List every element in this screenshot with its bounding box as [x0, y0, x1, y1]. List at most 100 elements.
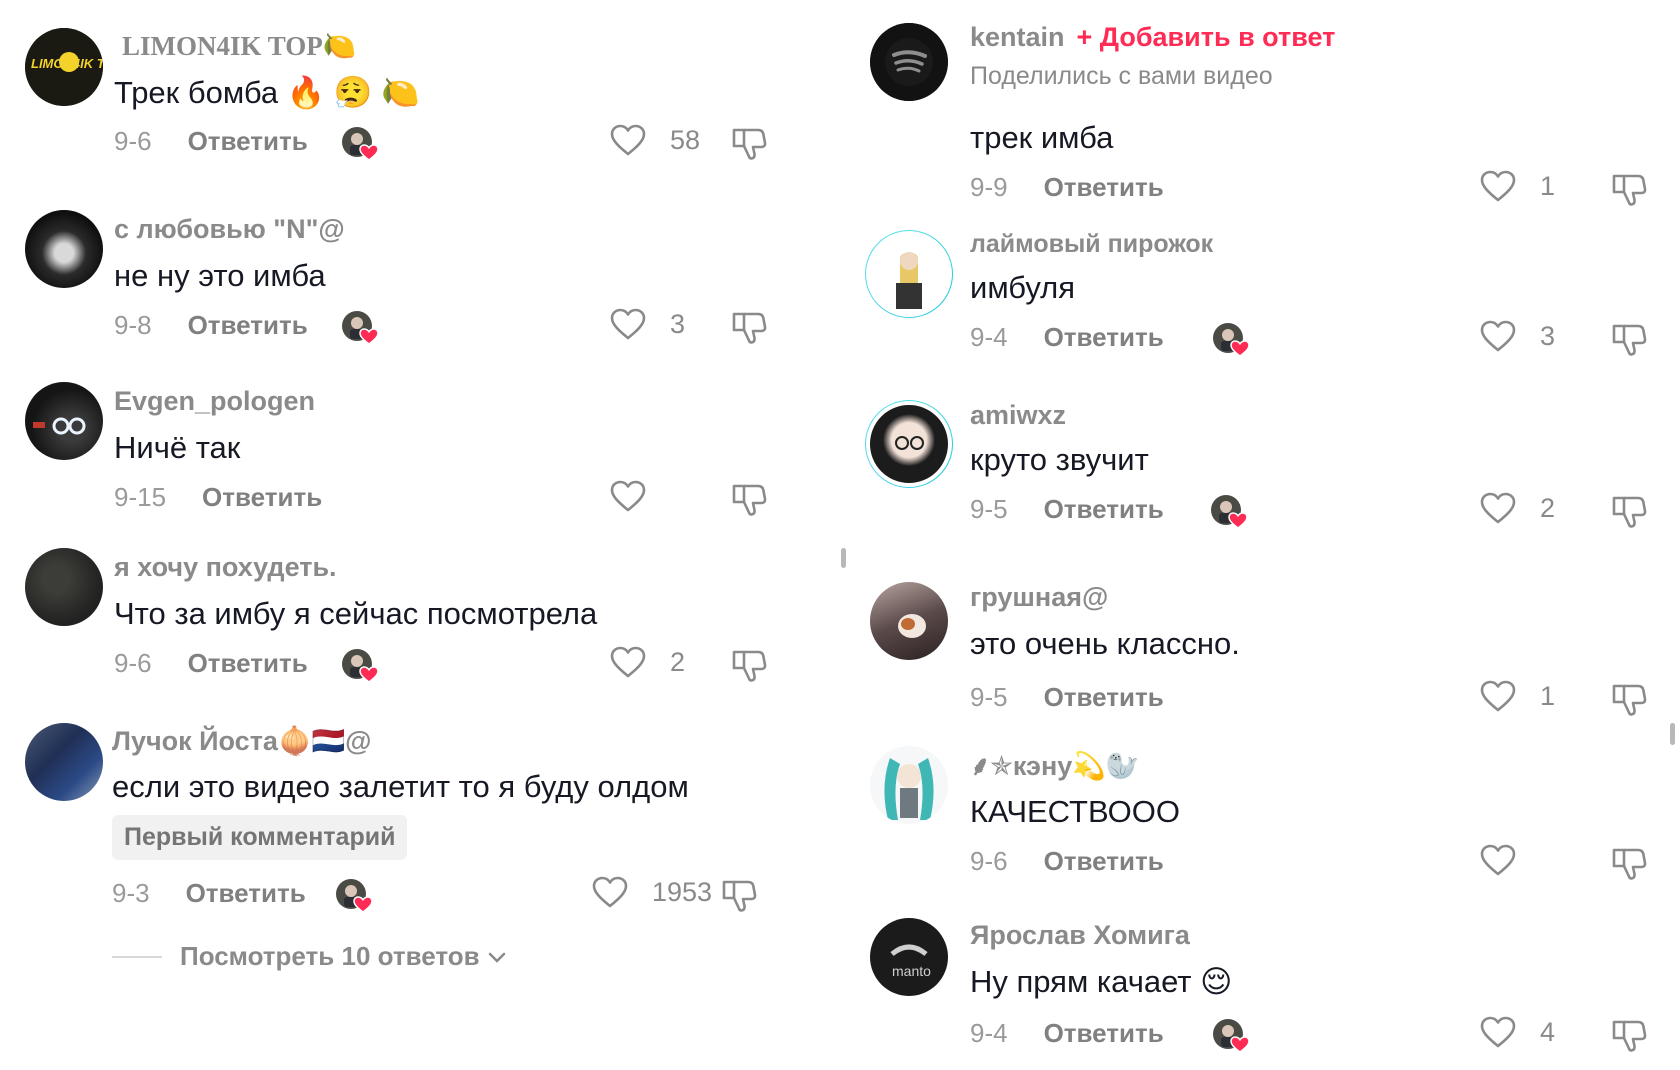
avatar-logo-text: manto — [892, 963, 931, 979]
comment-meta: 9-3 Ответить — [112, 878, 306, 909]
username-link[interactable]: kentain — [970, 22, 1065, 52]
like-count: 2 — [670, 646, 686, 677]
shared-video-note: Поделились с вами видео — [970, 62, 1273, 90]
creator-liked-icon — [1212, 322, 1250, 357]
comment-username[interactable]: ⸙✯кэну💫🦭 — [970, 746, 1140, 783]
avatar[interactable]: LIMON4IK TOP — [25, 28, 103, 106]
comment-username[interactable]: Лучок Йоста🧅🇳🇱@ — [112, 725, 372, 757]
avatar[interactable] — [870, 582, 948, 660]
comment-item: Лучок Йоста🧅🇳🇱@ если это видео залетит т… — [25, 723, 825, 1053]
heart-icon — [610, 308, 658, 340]
comment-username[interactable]: с любовью "N"@ — [114, 214, 345, 245]
comment-date: 9-3 — [112, 878, 150, 908]
comment-meta: 9-15 Ответить — [114, 482, 322, 513]
like-button[interactable]: 58 — [610, 124, 700, 156]
comment-item: лаймовый пирожок имбуля 9-4 Ответить 3 — [865, 230, 1660, 380]
reply-button[interactable]: Ответить — [202, 482, 322, 513]
dislike-button[interactable] — [730, 646, 768, 689]
comment-username[interactable]: LIMON4IK TOP🍋 — [122, 30, 356, 62]
avatar[interactable]: manto — [870, 918, 948, 996]
like-button[interactable]: 3 — [1480, 320, 1555, 352]
dislike-button[interactable] — [1610, 680, 1648, 723]
reply-button[interactable]: Ответить — [188, 126, 308, 157]
dislike-button[interactable] — [730, 308, 768, 351]
avatar[interactable] — [25, 548, 103, 626]
like-button[interactable] — [610, 480, 670, 512]
dislike-button[interactable] — [1610, 320, 1648, 363]
comment-text: не ну это имба — [114, 258, 326, 293]
comment-meta: 9-6 Ответить — [114, 126, 308, 157]
dislike-button[interactable] — [1610, 844, 1648, 887]
avatar[interactable] — [25, 210, 103, 288]
comment-username[interactable]: Ярослав Хомига — [970, 920, 1190, 951]
like-count: 1 — [1540, 680, 1556, 711]
avatar[interactable] — [25, 723, 103, 801]
comment-meta: 9-4 Ответить — [970, 322, 1164, 353]
reply-button[interactable]: Ответить — [1044, 846, 1164, 877]
heart-icon — [1480, 680, 1528, 712]
comment-text: трек имба — [970, 120, 1114, 155]
reply-button[interactable]: Ответить — [1044, 682, 1164, 713]
comment-username[interactable]: лаймовый пирожок — [970, 230, 1213, 259]
add-to-reply-button[interactable]: + Добавить в ответ — [1077, 22, 1336, 52]
dislike-button[interactable] — [720, 876, 758, 919]
thumbs-down-icon — [1612, 324, 1647, 356]
view-replies-label: Посмотреть 10 ответов — [180, 941, 480, 971]
comment-username[interactable]: Evgen_pologen — [114, 386, 315, 417]
reply-button[interactable]: Ответить — [1044, 494, 1164, 525]
comment-meta: 9-9 Ответить — [970, 172, 1164, 203]
avatar[interactable] — [865, 400, 953, 488]
reply-button[interactable]: Ответить — [1044, 1018, 1164, 1049]
dislike-button[interactable] — [1610, 1016, 1648, 1059]
comment-date: 9-4 — [970, 322, 1008, 352]
avatar[interactable] — [870, 23, 948, 101]
spotify-icon — [870, 23, 948, 101]
thumbs-down-icon — [1612, 496, 1647, 528]
comment-date: 9-6 — [114, 126, 152, 156]
like-button[interactable]: 2 — [610, 646, 685, 678]
comments-column-left: LIMON4IK TOP LIMON4IK TOP🍋 Трек бомба 🔥 … — [25, 0, 825, 1070]
like-button[interactable]: 1953 — [592, 876, 712, 908]
creator-heart-icon — [1213, 1019, 1250, 1053]
thumbs-down-icon — [732, 650, 767, 682]
like-button[interactable]: 1 — [1480, 680, 1555, 712]
thumbs-down-icon — [732, 312, 767, 344]
avatar[interactable] — [25, 382, 103, 460]
like-button[interactable]: 4 — [1480, 1016, 1555, 1048]
view-replies-button[interactable]: Посмотреть 10 ответов — [112, 941, 508, 972]
comment-username[interactable]: amiwxz — [970, 400, 1066, 431]
like-count: 1 — [1540, 170, 1556, 201]
like-button[interactable]: 3 — [610, 308, 685, 340]
comment-item: с любовью "N"@ не ну это имба 9-8 Ответи… — [25, 210, 825, 360]
comment-item: Evgen_pologen Ничё так 9-15 Ответить — [25, 382, 825, 532]
avatar[interactable] — [865, 230, 953, 318]
like-count: 3 — [1540, 320, 1556, 351]
comment-username[interactable]: грушная@ — [970, 582, 1108, 613]
avatar[interactable] — [870, 746, 948, 824]
dislike-button[interactable] — [730, 480, 768, 523]
reply-button[interactable]: Ответить — [1044, 172, 1164, 203]
comments-column-right: kentain + Добавить в ответ Поделились с в… — [865, 0, 1660, 1070]
reply-button[interactable]: Ответить — [188, 648, 308, 679]
comment-meta: 9-6 Ответить — [114, 648, 308, 679]
reply-button[interactable]: Ответить — [188, 310, 308, 341]
like-button[interactable] — [1480, 844, 1540, 876]
dislike-button[interactable] — [730, 124, 768, 167]
comment-username: kentain + Добавить в ответ — [970, 22, 1335, 53]
first-comment-badge: Первый комментарий — [112, 815, 408, 860]
creator-heart-icon — [1211, 495, 1248, 529]
reply-button[interactable]: Ответить — [1044, 322, 1164, 353]
dislike-button[interactable] — [1610, 492, 1648, 535]
comment-item: ⸙✯кэну💫🦭 КАЧЕСТВООО 9-6 Ответить — [870, 746, 1660, 896]
scrollbar[interactable] — [1670, 723, 1675, 745]
comment-username[interactable]: я хочу похудеть. — [114, 552, 337, 583]
reply-button[interactable]: Ответить — [186, 878, 306, 909]
comment-item: LIMON4IK TOP LIMON4IK TOP🍋 Трек бомба 🔥 … — [25, 28, 825, 178]
dislike-button[interactable] — [1610, 170, 1648, 213]
comment-item: грушная@ это очень классно. 9-5 Ответить… — [870, 582, 1660, 732]
like-button[interactable]: 2 — [1480, 492, 1555, 524]
comment-date: 9-5 — [970, 682, 1008, 712]
scrollbar[interactable] — [841, 548, 846, 568]
like-button[interactable]: 1 — [1480, 170, 1555, 202]
comment-date: 9-15 — [114, 482, 167, 512]
